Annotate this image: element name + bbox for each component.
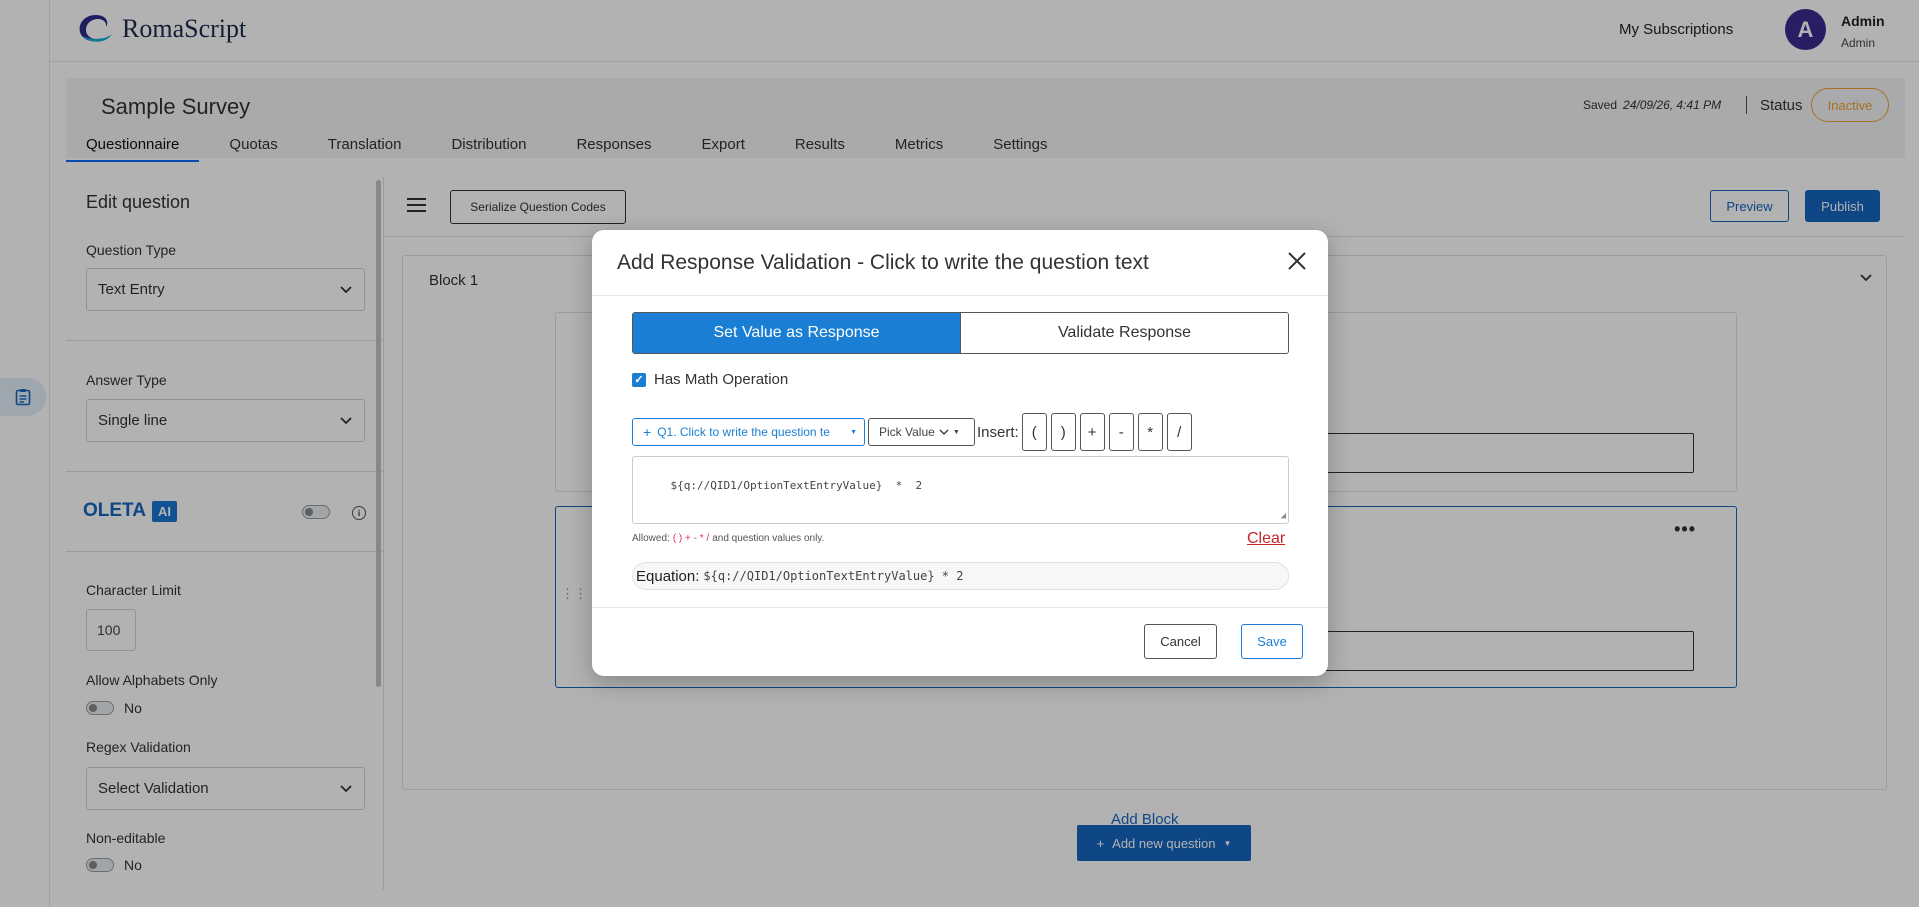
equation-preview: Equation: ${q://QID1/OptionTextEntryValu… bbox=[632, 562, 1289, 590]
allowed-operators: ( ) + - * / bbox=[672, 533, 710, 544]
insert-divide-button[interactable]: / bbox=[1166, 413, 1192, 451]
cancel-button[interactable]: Cancel bbox=[1144, 624, 1217, 659]
insert-minus-button[interactable]: - bbox=[1108, 413, 1134, 451]
question-dropdown-value: Q1. Click to write the question te bbox=[657, 425, 830, 439]
caret-down-icon: ▼ bbox=[850, 428, 857, 436]
insert-multiply-button[interactable]: * bbox=[1137, 413, 1163, 451]
modal-title: Add Response Validation - Click to write… bbox=[617, 251, 1149, 274]
save-button[interactable]: Save bbox=[1241, 624, 1303, 659]
plus-icon: + bbox=[643, 424, 652, 440]
modal-header: Add Response Validation - Click to write… bbox=[592, 230, 1328, 296]
validate-response-tab[interactable]: Validate Response bbox=[960, 313, 1288, 353]
validation-mode-toggle: Set Value as Response Validate Response bbox=[632, 312, 1289, 354]
insert-row: + Q1. Click to write the question te ▼ P… bbox=[632, 413, 1196, 451]
math-operation-row: ✓ Has Math Operation bbox=[632, 371, 788, 388]
pick-value-dropdown[interactable]: Pick Value ▼ bbox=[868, 418, 975, 446]
allowed-hint: Allowed: ( ) + - * / and question values… bbox=[632, 533, 824, 544]
modal-footer-divider bbox=[592, 607, 1328, 608]
insert-open-paren-button[interactable]: ( bbox=[1021, 413, 1047, 451]
response-validation-modal: Add Response Validation - Click to write… bbox=[592, 230, 1328, 676]
insert-close-paren-button[interactable]: ) bbox=[1050, 413, 1076, 451]
insert-label: Insert: bbox=[977, 423, 1019, 441]
equation-label: Equation: bbox=[636, 567, 700, 585]
question-dropdown[interactable]: + Q1. Click to write the question te ▼ bbox=[632, 418, 865, 446]
math-operation-checkbox[interactable]: ✓ bbox=[632, 372, 646, 387]
allowed-suffix: and question values only. bbox=[712, 533, 825, 544]
pick-value-label: Pick Value bbox=[879, 425, 935, 439]
allowed-prefix: Allowed: bbox=[632, 533, 670, 544]
caret-down-icon: ▼ bbox=[952, 428, 960, 436]
clear-link[interactable]: Clear bbox=[1247, 530, 1285, 548]
insert-plus-button[interactable]: + bbox=[1079, 413, 1105, 451]
resize-handle-icon[interactable]: ◢ bbox=[1281, 511, 1286, 521]
expression-text: ${q://QID1/OptionTextEntryValue} * 2 bbox=[670, 479, 923, 492]
chevron-down-icon bbox=[939, 428, 949, 435]
equation-value: ${q://QID1/OptionTextEntryValue} * 2 bbox=[703, 569, 964, 583]
math-operation-label: Has Math Operation bbox=[654, 371, 789, 388]
close-icon[interactable] bbox=[1288, 252, 1306, 270]
set-value-tab[interactable]: Set Value as Response bbox=[633, 313, 960, 353]
expression-textarea[interactable]: ${q://QID1/OptionTextEntryValue} * 2 ◢ bbox=[632, 456, 1289, 524]
